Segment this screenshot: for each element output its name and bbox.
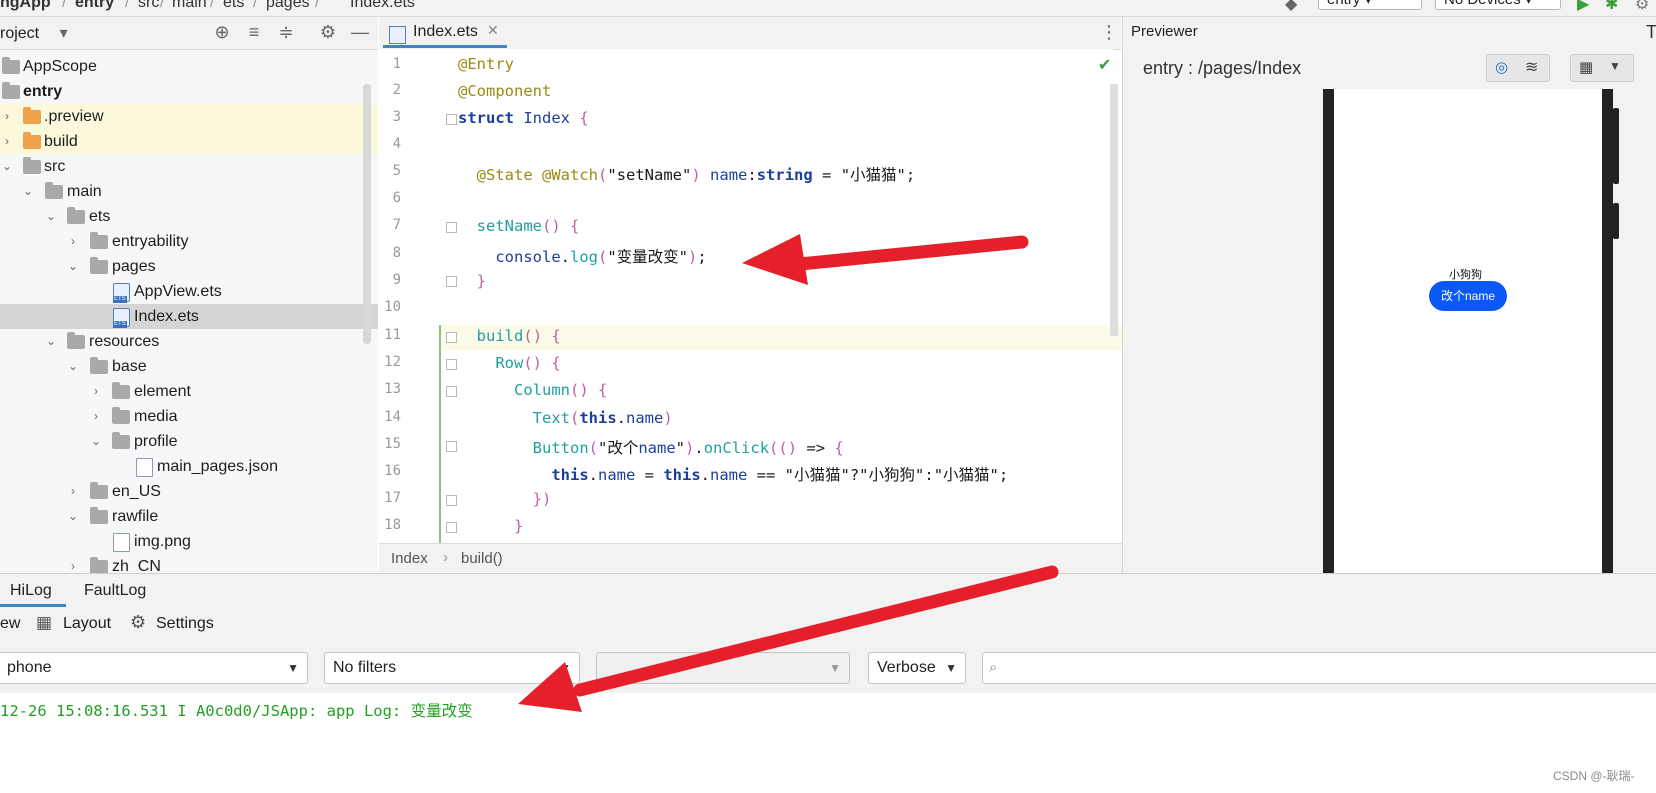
arrow-to-log-output: [518, 565, 1059, 712]
annotation-arrows: [518, 234, 1059, 712]
arrow-to-console-log: [742, 234, 1029, 285]
